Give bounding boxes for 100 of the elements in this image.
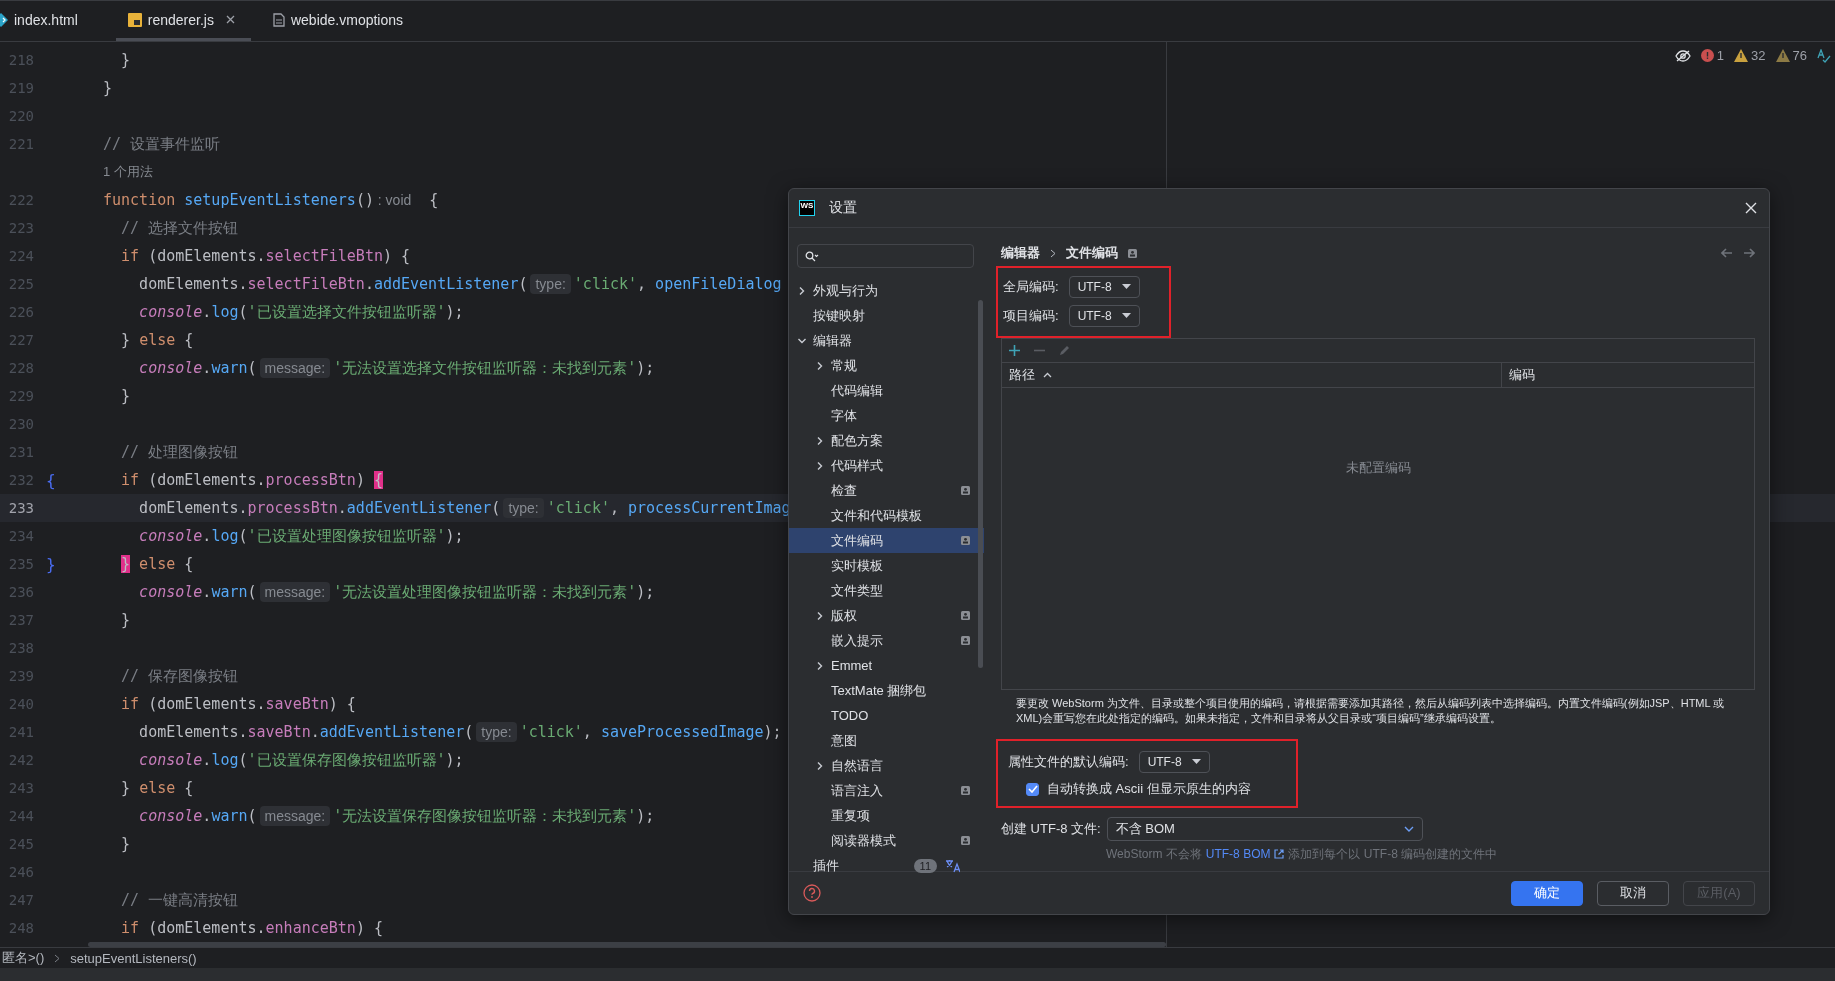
checkbox-label[interactable]: 自动转换成 Ascii 但显示原生的内容	[1047, 780, 1251, 798]
tree-item[interactable]: TODO	[789, 703, 984, 728]
forward-arrow-icon[interactable]	[1743, 248, 1755, 258]
add-icon[interactable]	[1009, 345, 1020, 356]
tree-item[interactable]: 文件类型	[789, 578, 984, 603]
dialog-button[interactable]: 确定	[1511, 880, 1583, 906]
tree-item[interactable]: 按键映射	[789, 303, 984, 328]
tree-item[interactable]: 重复项	[789, 803, 984, 828]
code-line: console.warn( message: '无法设置处理图像按钮监听器：未找到元素');	[138, 582, 655, 602]
code-line: console.log('已设置选择文件按钮监听器');	[138, 302, 464, 322]
chevron-right-icon[interactable]	[815, 435, 825, 446]
weak-warning-count[interactable]: 76	[1775, 48, 1807, 63]
js-file-icon	[127, 12, 142, 27]
tree-item[interactable]: 嵌入提示	[789, 628, 984, 653]
code-line: console.log('已设置保存图像按钮监听器');	[138, 750, 464, 770]
breadcrumb-item[interactable]: 文件编码	[1066, 244, 1118, 262]
chevron-right-icon[interactable]	[815, 360, 825, 371]
help-icon[interactable]	[803, 884, 821, 902]
code-line: // 一键高清按钮	[120, 890, 239, 910]
field-label: 全局编码:	[1003, 277, 1059, 296]
external-link-icon	[1274, 849, 1285, 859]
brace-marker: }	[46, 554, 56, 574]
chevron-right-icon[interactable]	[815, 660, 825, 671]
project-scope-icon	[961, 486, 970, 495]
tree-item[interactable]: 文件和代码模板	[789, 503, 984, 528]
tree-item[interactable]: 检查	[789, 478, 984, 503]
back-arrow-icon[interactable]	[1721, 248, 1733, 258]
code-line: } else {	[120, 331, 194, 349]
tree-item[interactable]: Emmet	[789, 653, 984, 678]
tree-item[interactable]: 实时模板	[789, 553, 984, 578]
chevron-right-icon[interactable]	[815, 760, 825, 771]
search-field[interactable]	[797, 244, 974, 268]
tree-item[interactable]: 配色方案	[789, 428, 984, 453]
translate-icon[interactable]	[945, 858, 960, 873]
bom-link[interactable]: UTF-8 BOM	[1205, 847, 1271, 861]
note-text: 添加到每个以 UTF-8 编码创建的文件中	[1288, 845, 1498, 863]
column-header[interactable]: 路径	[1002, 363, 1501, 387]
code-line: domElements.saveBtn.addEventListener( type: 'click', saveProcessedImage);	[138, 723, 782, 741]
chevron-right-icon[interactable]	[815, 610, 825, 621]
chevron-right-icon[interactable]	[797, 285, 807, 296]
scrollbar-thumb[interactable]	[978, 300, 983, 668]
editor-tab[interactable]: index.html	[0, 1, 94, 41]
code-line: }	[103, 79, 113, 97]
tree-item[interactable]: 代码样式	[789, 453, 984, 478]
usage-hint[interactable]: 1 个用法	[103, 163, 153, 181]
eye-off-icon[interactable]	[1674, 49, 1691, 62]
tree-item[interactable]: 阅读器模式	[789, 828, 984, 853]
editor-tab[interactable]: webide.vmoptions	[272, 1, 420, 41]
tree-item[interactable]: 版权	[789, 603, 984, 628]
chevron-right-icon[interactable]	[815, 460, 825, 471]
code-line: if (domElements.processBtn) {	[120, 471, 383, 489]
sort-up-icon	[1043, 372, 1052, 378]
project-scope-icon	[961, 786, 970, 795]
spellcheck-icon[interactable]	[1817, 48, 1831, 63]
column-header[interactable]: 编码	[1501, 363, 1754, 387]
checkbox[interactable]	[1026, 782, 1039, 796]
tree-item[interactable]: 编辑器	[789, 328, 984, 353]
bom-dropdown[interactable]: 不含 BOM	[1106, 816, 1423, 841]
code-line: if (domElements.selectFileBtn) {	[120, 247, 411, 265]
note-text: WebStorm 不会将	[1106, 845, 1202, 863]
tree-item[interactable]: 代码编辑	[789, 378, 984, 403]
tree-item[interactable]: 常规	[789, 353, 984, 378]
tree-item[interactable]: 字体	[789, 403, 984, 428]
tree-item[interactable]: 插件 11	[789, 853, 984, 878]
breadcrumb-item[interactable]: 编辑器	[1001, 244, 1040, 262]
chevron-down-icon	[1403, 825, 1414, 832]
encoding-dropdown[interactable]: UTF-8	[1068, 275, 1140, 298]
close-icon[interactable]	[225, 15, 235, 24]
code-line: function setupEventListeners() : void {	[103, 191, 439, 209]
code-line: domElements.processBtn.addEventListener( type: 'click', processCurrentImag	[138, 499, 791, 517]
tree-item[interactable]: 外观与行为	[789, 278, 984, 303]
project-scope-icon	[961, 836, 970, 845]
tree-item[interactable]: 语言注入	[789, 778, 984, 803]
breadcrumb-item[interactable]: 匿名>()	[2, 949, 45, 967]
editor-tab[interactable]: renderer.js	[115, 1, 251, 41]
chevron-right-icon	[54, 953, 61, 963]
breadcrumb-item[interactable]: setupEventListeners()	[70, 950, 197, 966]
dropdown-arrow-icon	[1121, 313, 1131, 318]
empty-message: 未配置编码	[1345, 459, 1411, 477]
tree-item[interactable]: 意图	[789, 728, 984, 753]
warning-count[interactable]: 32	[1734, 48, 1766, 63]
encoding-dropdown[interactable]: UTF-8	[1068, 304, 1140, 327]
tree-item[interactable]: TextMate 捆绑包	[789, 678, 984, 703]
code-line: }	[120, 835, 131, 853]
app-logo: WS	[799, 200, 815, 216]
project-scope-icon	[1128, 248, 1137, 258]
code-line: // 处理图像按钮	[120, 442, 239, 462]
encoding-dropdown[interactable]: UTF-8	[1138, 750, 1210, 773]
count-badge: 11	[913, 858, 937, 873]
dialog-button[interactable]: 取消	[1597, 880, 1669, 906]
tree-item[interactable]: 文件编码	[789, 528, 984, 553]
scrollbar-thumb[interactable]	[88, 942, 1166, 947]
code-line: domElements.selectFileBtn.addEventListener( type: 'click', openFileDialog	[138, 275, 782, 293]
project-scope-icon	[961, 536, 970, 545]
code-line: if (domElements.enhanceBtn) {	[120, 919, 383, 937]
file-icon	[272, 12, 285, 27]
code-line: // 选择文件按钮	[120, 218, 239, 238]
tree-item[interactable]: 自然语言	[789, 753, 984, 778]
error-count[interactable]: 1	[1700, 48, 1725, 63]
dialog-title: 设置	[829, 199, 857, 217]
